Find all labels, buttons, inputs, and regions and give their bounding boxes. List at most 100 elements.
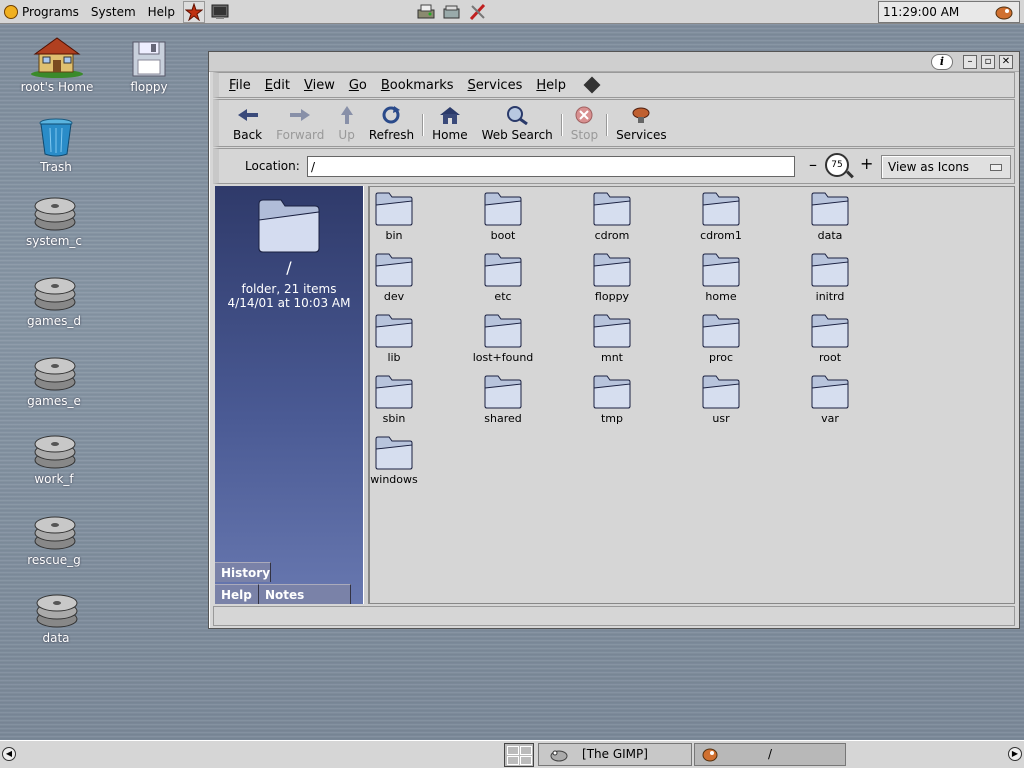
file-item[interactable]: tmp [567, 374, 657, 425]
menu-services[interactable]: Services [468, 78, 523, 93]
pager-cell[interactable] [507, 746, 519, 755]
services-button[interactable]: Services [616, 104, 667, 142]
file-item[interactable]: etc [458, 252, 548, 303]
desktop-icon-label: games_d [27, 314, 81, 328]
zoom-out-button[interactable]: – [809, 157, 817, 173]
back-button[interactable]: Back [233, 104, 262, 142]
menu-edit[interactable]: Edit [265, 78, 290, 93]
desktop-icon-work_f[interactable]: work_f [9, 430, 99, 486]
location-label: Location: [245, 159, 300, 173]
printer-launcher-icon[interactable] [415, 1, 437, 23]
sidebar-path: / [286, 258, 292, 277]
file-item[interactable]: home [676, 252, 766, 303]
panel-hide-right-icon[interactable]: ▶ [1008, 747, 1022, 761]
file-item[interactable]: usr [676, 374, 766, 425]
tab-help[interactable]: Help [215, 584, 259, 604]
file-item[interactable]: boot [458, 191, 548, 242]
file-item[interactable]: initrd [785, 252, 875, 303]
stop-button[interactable]: Stop [571, 104, 598, 142]
hard-drive-icon [34, 357, 76, 391]
desktop-icon-data[interactable]: data [11, 589, 101, 645]
menu-view[interactable]: View [304, 78, 335, 93]
help-menu[interactable]: Help [142, 1, 181, 23]
file-item[interactable]: windows [349, 435, 439, 486]
forward-label: Forward [276, 128, 325, 142]
file-item[interactable]: root [785, 313, 875, 364]
file-item[interactable]: cdrom [567, 191, 657, 242]
star-launcher-icon[interactable] [183, 0, 205, 23]
file-manager-window: i – ▫ ✕ File Edit View Go Bookmarks Serv… [208, 51, 1020, 629]
window-info-icon[interactable]: i [931, 54, 953, 70]
file-item[interactable]: proc [676, 313, 766, 364]
clock[interactable]: 11:29:00 AM [878, 1, 1020, 23]
desktop-icon-system_c[interactable]: system_c [9, 192, 99, 248]
tools-launcher-icon[interactable] [467, 1, 489, 23]
option-menu-indicator-icon [990, 164, 1002, 171]
folder-icon [375, 375, 413, 409]
tab-history[interactable]: History [215, 562, 271, 582]
settings-launcher-icon[interactable] [441, 1, 463, 23]
file-item[interactable]: var [785, 374, 875, 425]
zoom-in-button[interactable]: + [860, 156, 873, 172]
task-file-manager[interactable]: / [694, 743, 846, 766]
workspace-pager[interactable] [504, 743, 534, 767]
close-button[interactable]: ✕ [999, 55, 1013, 69]
refresh-button[interactable]: Refresh [369, 104, 414, 142]
menu-go[interactable]: Go [349, 78, 367, 93]
menu-services-label: ervices [475, 77, 523, 93]
trash-icon [39, 118, 73, 157]
file-item[interactable]: lib [349, 313, 439, 364]
file-item[interactable]: lost+found [458, 313, 548, 364]
tab-notes[interactable]: Notes [259, 584, 351, 604]
hard-drive-icon [34, 516, 76, 550]
file-item[interactable]: shared [458, 374, 548, 425]
desktop-icon-rescue_g[interactable]: rescue_g [9, 511, 99, 567]
back-label: Back [233, 128, 263, 142]
forward-button[interactable]: Forward [276, 104, 324, 142]
desktop-icon-floppy[interactable]: floppy [104, 40, 194, 94]
menu-file[interactable]: File [229, 78, 251, 93]
throbber-icon[interactable] [583, 76, 601, 94]
hard-drive-icon [34, 277, 76, 311]
folder-icon [811, 253, 849, 287]
panel-hide-left-icon[interactable]: ◀ [2, 747, 16, 761]
menu-help[interactable]: Help [536, 78, 566, 93]
minimize-button[interactable]: – [963, 55, 977, 69]
desktop-icon-games_d[interactable]: games_d [9, 272, 99, 328]
system-menu-label: System [90, 4, 136, 19]
file-item[interactable]: floppy [567, 252, 657, 303]
file-item[interactable]: data [785, 191, 875, 242]
zoom-level[interactable]: 75 [825, 153, 849, 177]
task-gimp[interactable]: [The GIMP] [538, 743, 692, 766]
desktop-icon-games_e[interactable]: games_e [9, 352, 99, 408]
system-menu[interactable]: System [85, 1, 142, 23]
terminal-launcher-icon[interactable] [209, 1, 231, 23]
pager-cell[interactable] [507, 756, 519, 765]
window-titlebar[interactable]: i – ▫ ✕ [209, 52, 1019, 72]
file-item[interactable]: bin [349, 191, 439, 242]
file-item-label: var [821, 412, 839, 425]
programs-menu[interactable]: Programs [0, 1, 85, 23]
location-input[interactable] [307, 156, 795, 177]
up-button[interactable]: Up [338, 104, 355, 142]
file-item[interactable]: dev [349, 252, 439, 303]
tab-help-label: Help [221, 588, 252, 602]
desktop-icon-trash[interactable]: Trash [11, 116, 101, 174]
pager-cell[interactable] [520, 746, 532, 755]
file-item[interactable]: mnt [567, 313, 657, 364]
menu-bookmarks[interactable]: Bookmarks [381, 78, 454, 93]
folder-icon [375, 436, 413, 470]
web-search-button[interactable]: Web Search [482, 104, 553, 142]
folder-icon [593, 314, 631, 348]
home-button[interactable]: Home [432, 104, 468, 142]
pager-cell[interactable] [520, 756, 532, 765]
toolbar-separator [422, 114, 425, 136]
bottom-panel: ◀ [The GIMP] / ▶ [0, 740, 1024, 768]
maximize-button[interactable]: ▫ [981, 55, 995, 69]
file-item[interactable]: sbin [349, 374, 439, 425]
desktop-icon-label: work_f [34, 472, 74, 486]
file-item[interactable]: cdrom1 [676, 191, 766, 242]
desktop-icon-home[interactable]: root's Home [12, 34, 102, 94]
gnome-panel-icon[interactable] [995, 5, 1013, 24]
view-as-select[interactable]: View as Icons [881, 155, 1011, 179]
